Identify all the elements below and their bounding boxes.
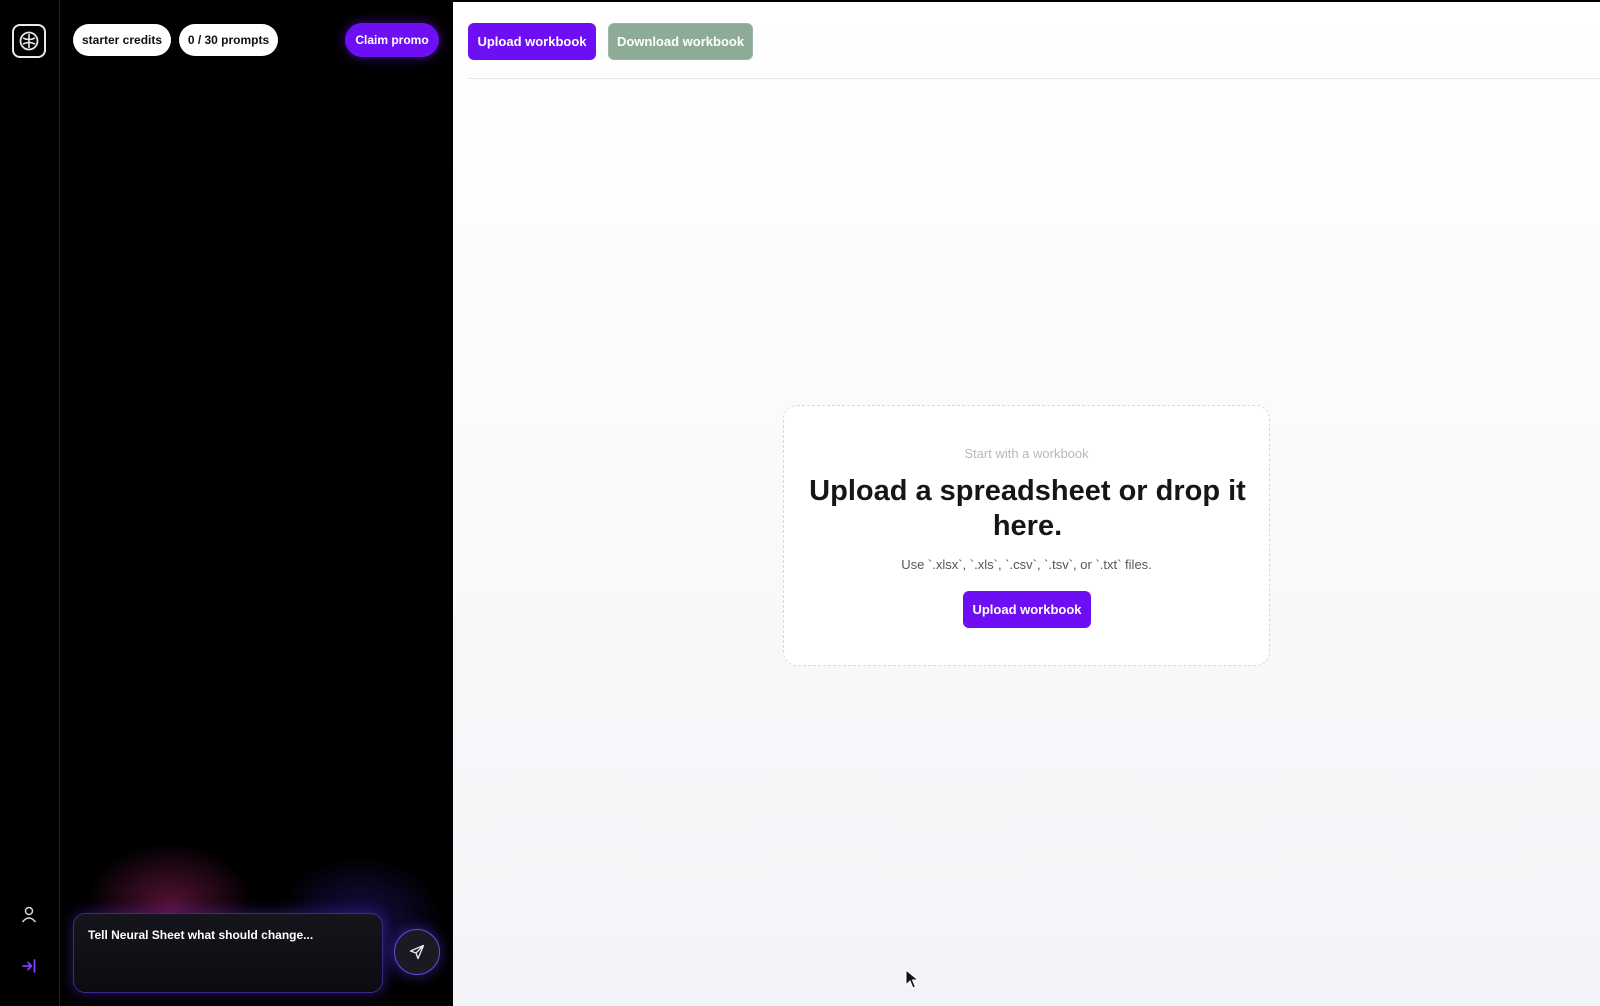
upload-workbook-button[interactable]: Upload workbook: [468, 23, 596, 60]
toolbar-divider: [468, 78, 1600, 79]
upload-dropzone[interactable]: Start with a workbook Upload a spreadshe…: [783, 405, 1270, 666]
send-button[interactable]: [394, 929, 440, 975]
dropzone-upload-button[interactable]: Upload workbook: [963, 591, 1091, 628]
dropzone-kicker: Start with a workbook: [964, 446, 1089, 461]
download-workbook-button[interactable]: Download workbook: [608, 23, 753, 60]
icon-rail: [0, 0, 60, 1006]
workbook-area: Upload workbook Download workbook Start …: [453, 0, 1600, 1006]
sign-in-icon[interactable]: [18, 955, 40, 977]
dropzone-heading: Upload a spreadsheet or drop it here.: [809, 475, 1246, 542]
prompt-counter-badge: 0 / 30 prompts: [179, 24, 278, 56]
claim-promo-button[interactable]: Claim promo: [345, 23, 439, 57]
top-border: [453, 0, 1600, 2]
send-icon: [409, 944, 425, 960]
file-types-hint: Use `.xlsx`, `.xls`, `.csv`, `.tsv`, or …: [901, 557, 1152, 572]
brain-icon[interactable]: [12, 24, 46, 58]
user-icon[interactable]: [18, 903, 40, 925]
chat-panel: starter credits 0 / 30 prompts Claim pro…: [60, 0, 453, 1006]
mouse-cursor-icon: [905, 969, 919, 989]
credits-badge: starter credits: [73, 24, 171, 56]
app-window: starter credits 0 / 30 prompts Claim pro…: [0, 0, 1600, 1006]
chat-input[interactable]: Tell Neural Sheet what should change...: [73, 913, 383, 993]
